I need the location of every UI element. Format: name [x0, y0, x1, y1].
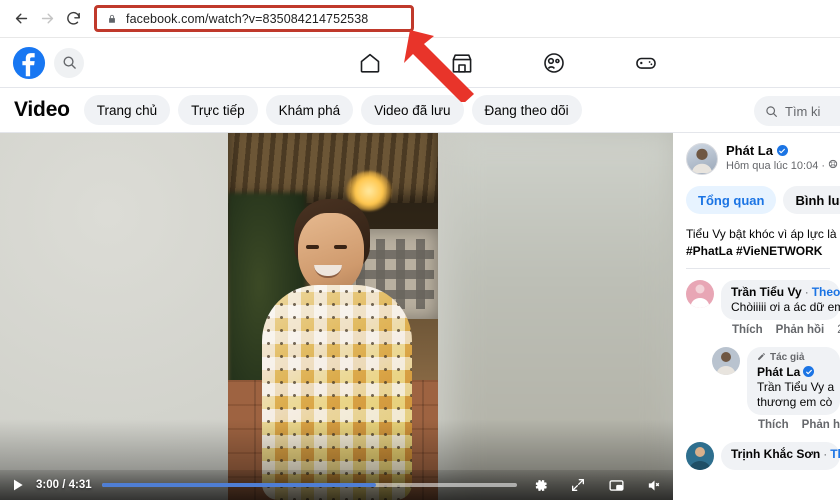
fullscreen-icon[interactable]: [569, 476, 587, 494]
sidebar-divider: [686, 267, 830, 269]
avatar-image: [687, 144, 717, 174]
follow-link[interactable]: Theo: [830, 447, 840, 461]
tab-kham-pha[interactable]: Khám phá: [265, 95, 354, 125]
tab-truc-tiep[interactable]: Trực tiếp: [178, 95, 258, 125]
post-author-header: Phát La Hôm qua lúc 10:04 ·: [686, 143, 840, 175]
pen-icon: [757, 352, 766, 364]
person-eye-right: [334, 245, 347, 249]
like-button[interactable]: Thích: [732, 324, 763, 336]
comment-bubble: Trịnh Khắc Sơn · Theo: [721, 441, 840, 470]
facebook-top-bar: [0, 38, 840, 88]
browser-toolbar: facebook.com/watch?v=835084214752538: [0, 0, 840, 38]
reload-button[interactable]: [60, 6, 86, 32]
player-controls: 3:00 / 4:31: [0, 470, 673, 500]
comment-reply-actions: Thích Phản hồi: [758, 419, 840, 431]
post-body-text: Tiểu Vy bật khóc vì áp lực là: [686, 227, 837, 241]
settings-gear-icon[interactable]: [531, 476, 549, 494]
facebook-nav-icons: [355, 38, 661, 88]
video-frame: [228, 133, 438, 500]
back-button[interactable]: [8, 6, 34, 32]
verified-badge-icon: [776, 145, 788, 156]
video-scene-person: [262, 199, 412, 500]
tab-dang-theo-doi[interactable]: Đang theo dõi: [471, 95, 582, 125]
video-tab-bar: Video Trang chủ Trực tiếp Khám phá Video…: [0, 88, 840, 133]
comment-item: Trần Tiểu Vy · Theo dõi Chòiiiii ơi a ác…: [686, 279, 840, 320]
comment-author[interactable]: Trịnh Khắc Sơn · Theo: [731, 447, 840, 461]
padlock-icon: [107, 13, 117, 25]
video-search-input[interactable]: Tìm ki: [754, 96, 840, 126]
comment-text-line-2: thương em cò: [757, 394, 833, 409]
avatar[interactable]: [686, 441, 714, 470]
post-timestamp: Hôm qua lúc 10:04 ·: [726, 159, 838, 172]
tab-video-da-luu[interactable]: Video đã lưu: [361, 95, 464, 125]
post-author-name[interactable]: Phát La: [726, 143, 838, 158]
person-eye-left: [306, 245, 319, 249]
follow-link[interactable]: Theo dõi: [812, 285, 840, 299]
progress-bar[interactable]: [101, 483, 517, 487]
author-badge: Tác giả: [757, 352, 830, 364]
person-face: [298, 213, 364, 293]
forward-button[interactable]: [34, 6, 60, 32]
globe-icon: [828, 159, 838, 172]
page-title: Video: [14, 98, 70, 121]
video-player[interactable]: 3:00 / 4:31: [0, 133, 673, 500]
comment-item: Trịnh Khắc Sơn · Theo: [686, 441, 840, 470]
avatar[interactable]: [686, 143, 718, 175]
like-button[interactable]: Thích: [758, 419, 789, 431]
browser-window: facebook.com/watch?v=835084214752538 Vid…: [0, 0, 840, 500]
gaming-icon[interactable]: [631, 48, 661, 78]
video-search-placeholder: Tìm ki: [785, 103, 821, 119]
facebook-search-button[interactable]: [54, 47, 84, 78]
progress-filled: [101, 483, 376, 487]
play-icon[interactable]: [10, 476, 28, 494]
address-bar[interactable]: facebook.com/watch?v=835084214752538: [94, 5, 414, 32]
comment-text: Chòiiiii ơi a ác dữ em: [731, 299, 840, 314]
comment-bubble: Trần Tiểu Vy · Theo dõi Chòiiiii ơi a ác…: [721, 279, 840, 320]
time-display: 3:00 / 4:31: [36, 479, 92, 491]
tab-binh-luan[interactable]: Bình luận: [783, 186, 840, 214]
comment-reply-item: Tác giả Phát La Trần Tiểu Vy a thương em…: [712, 346, 840, 415]
reply-button[interactable]: Phản hồi: [776, 324, 825, 336]
tab-trang-chu[interactable]: Trang chủ: [83, 95, 171, 125]
sidebar-tabs: Tổng quan Bình luận: [686, 186, 840, 214]
reply-button[interactable]: Phản hồi: [802, 419, 840, 431]
comment-author[interactable]: Phát La: [757, 365, 830, 379]
player-control-icons: [531, 476, 663, 494]
volume-muted-icon[interactable]: [645, 476, 663, 494]
person-patterned-top: [262, 285, 412, 500]
comment-text-line-1: Trần Tiểu Vy a: [757, 379, 835, 394]
avatar[interactable]: [686, 279, 714, 308]
comment-bubble: Tác giả Phát La Trần Tiểu Vy a thương em…: [747, 346, 840, 415]
comment-actions: Thích Phản hồi 23 g: [732, 324, 840, 336]
comment-author[interactable]: Trần Tiểu Vy · Theo dõi: [731, 285, 840, 299]
home-icon[interactable]: [355, 48, 385, 78]
verified-badge-icon: [803, 366, 815, 378]
groups-icon[interactable]: [539, 48, 569, 78]
url-text: facebook.com/watch?v=835084214752538: [126, 11, 369, 26]
facebook-logo-icon[interactable]: [12, 46, 46, 80]
tab-tong-quan[interactable]: Tổng quan: [686, 186, 777, 214]
miniplayer-icon[interactable]: [607, 476, 625, 494]
avatar[interactable]: [712, 346, 740, 375]
marketplace-icon[interactable]: [447, 48, 477, 78]
post-sidebar: Phát La Hôm qua lúc 10:04 · Tổng quan Bì…: [676, 133, 840, 500]
post-hashtags[interactable]: #PhatLa #VieNETWORK: [686, 244, 840, 258]
